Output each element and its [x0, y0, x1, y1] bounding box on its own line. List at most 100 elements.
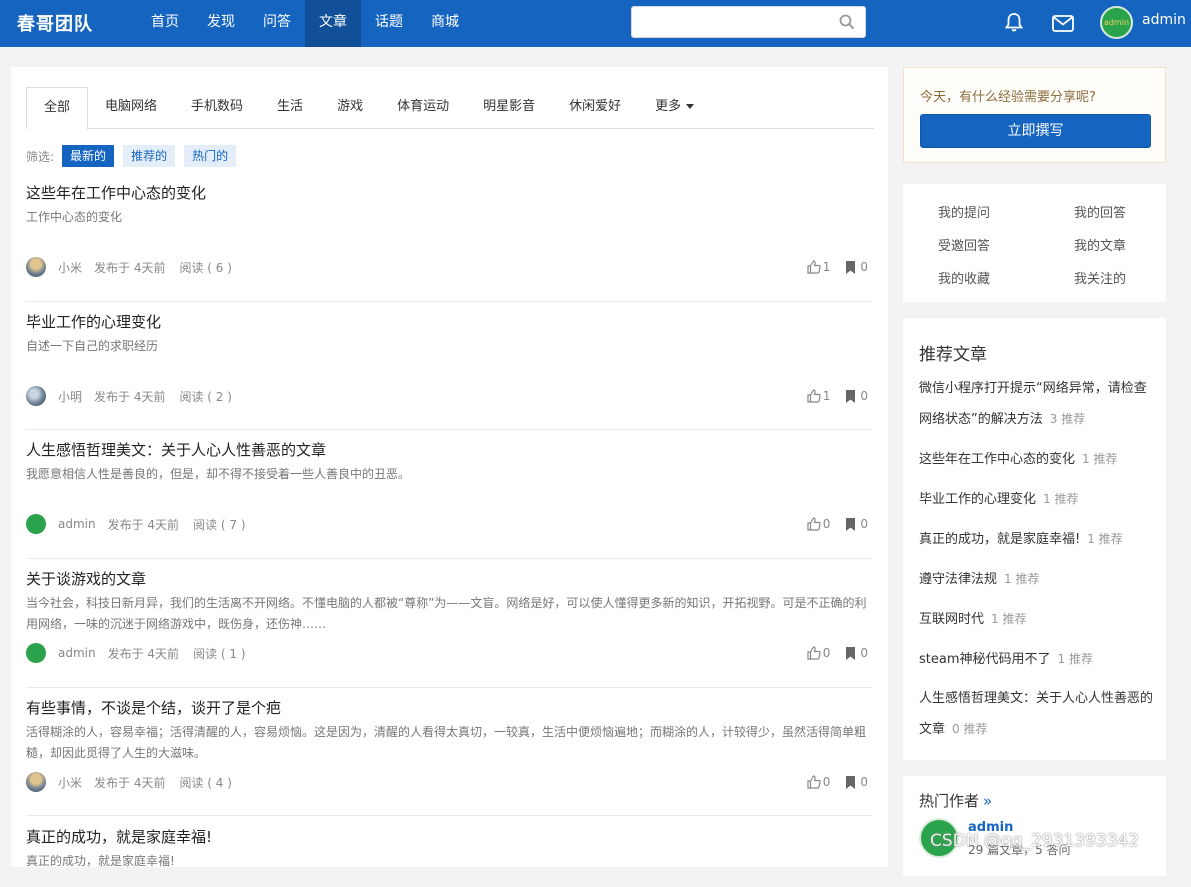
publish-time: 发布于 4天前 — [94, 260, 166, 275]
search-input[interactable] — [632, 7, 822, 37]
recommended-link[interactable]: 互联网时代 — [919, 612, 984, 627]
author-avatar[interactable] — [26, 514, 46, 534]
search-box — [631, 6, 866, 38]
article-title[interactable]: 这些年在工作中心态的变化 — [26, 183, 872, 203]
tab-sports[interactable]: 体育运动 — [380, 87, 466, 129]
link-my-articles[interactable]: 我的文章 — [1074, 235, 1126, 254]
link-my-questions[interactable]: 我的提问 — [938, 202, 990, 221]
recommended-articles-card: 推荐文章 微信小程序打开提示“网络异常，请检查网络状态”的解决方法 3 推荐 这些… — [903, 318, 1166, 760]
thumbs-up-icon[interactable] — [807, 389, 821, 403]
recommended-link[interactable]: 真正的成功，就是家庭幸福! — [919, 532, 1080, 547]
bookmark-icon[interactable] — [845, 389, 856, 403]
tab-life[interactable]: 生活 — [260, 87, 320, 129]
hot-authors-title: 热门作者 — [919, 792, 980, 810]
article-item: 有些事情，不谈是个结，谈开了是个疤 活得糊涂的人，容易幸福；活得清醒的人，容易烦… — [26, 698, 872, 816]
more-authors-link[interactable]: » — [983, 792, 992, 810]
article-title[interactable]: 真正的成功，就是家庭幸福! — [26, 827, 872, 847]
write-now-button[interactable]: 立即撰写 — [920, 114, 1151, 148]
article-item: 毕业工作的心理变化 自述一下自己的求职经历 小明 发布于 4天前 阅读 ( 2 … — [26, 312, 872, 430]
like-count: 0 — [822, 646, 831, 660]
article-title[interactable]: 毕业工作的心理变化 — [26, 312, 872, 332]
bookmark-icon[interactable] — [845, 260, 856, 274]
article-meta: admin 发布于 4天前 阅读 ( 1 ) 0 0 — [26, 643, 872, 663]
recommend-count: 1 推荐 — [1087, 532, 1123, 546]
bookmark-icon[interactable] — [845, 517, 856, 531]
author-name[interactable]: admin — [58, 646, 96, 660]
tab-leisure[interactable]: 休闲爱好 — [552, 87, 638, 129]
nav-item-articles[interactable]: 文章 — [305, 0, 361, 47]
article-summary: 当今社会，科技日新月异，我们的生活离不开网络。不懂电脑的人都被“尊称”为——文盲… — [26, 596, 867, 631]
tab-celebrity-media[interactable]: 明星影音 — [466, 87, 552, 129]
article-item: 关于谈游戏的文章 当今社会，科技日新月异，我们的生活离不开网络。不懂电脑的人都被… — [26, 569, 872, 688]
article-summary: 自述一下自己的求职经历 — [26, 339, 159, 353]
tab-mobile-digital[interactable]: 手机数码 — [174, 87, 260, 129]
link-invited-answers[interactable]: 受邀回答 — [938, 235, 990, 254]
bookmark-icon[interactable] — [845, 646, 856, 660]
filter-latest[interactable]: 最新的 — [62, 145, 115, 167]
like-count: 0 — [822, 517, 831, 531]
mail-icon[interactable] — [1051, 12, 1075, 34]
nav-item-topics[interactable]: 话题 — [361, 0, 417, 47]
author-name[interactable]: 小米 — [58, 259, 82, 276]
hot-authors-header: 热门作者» — [919, 790, 992, 811]
article-list-panel: 全部 电脑网络 手机数码 生活 游戏 体育运动 明星影音 休闲爱好 更多 筛选:… — [11, 67, 888, 868]
link-my-favorites[interactable]: 我的收藏 — [938, 268, 990, 287]
thumbs-up-icon[interactable] — [807, 775, 821, 789]
read-count: 阅读 ( 7 ) — [193, 517, 246, 532]
main-nav: 首页 发现 问答 文章 话题 商城 — [137, 0, 473, 47]
site-logo[interactable]: 春哥团队 — [17, 10, 93, 36]
thumbs-up-icon[interactable] — [807, 260, 821, 274]
recommended-link[interactable]: 毕业工作的心理变化 — [919, 492, 1036, 507]
tab-games[interactable]: 游戏 — [320, 87, 380, 129]
nav-item-questions[interactable]: 问答 — [249, 0, 305, 47]
recommended-item: 互联网时代 1 推荐 — [919, 604, 1155, 635]
nav-item-shop[interactable]: 商城 — [417, 0, 473, 47]
watermark: CSDN @qq_2931393342 — [930, 831, 1140, 851]
filter-recommended[interactable]: 推荐的 — [123, 145, 176, 167]
article-item: 人生感悟哲理美文：关于人心人性善恶的文章 我愿意相信人性是善良的，但是，却不得不… — [26, 440, 872, 559]
nav-item-discover[interactable]: 发现 — [193, 0, 249, 47]
author-name[interactable]: 小明 — [58, 388, 82, 405]
article-title[interactable]: 关于谈游戏的文章 — [26, 569, 872, 589]
recommended-item: 真正的成功，就是家庭幸福! 1 推荐 — [919, 524, 1155, 555]
tab-computer-network[interactable]: 电脑网络 — [88, 87, 174, 129]
article-actions: 0 0 — [807, 772, 868, 792]
thumbs-up-icon[interactable] — [807, 646, 821, 660]
user-avatar[interactable]: admin — [1100, 6, 1133, 39]
link-my-answers[interactable]: 我的回答 — [1074, 202, 1126, 221]
bookmark-count: 0 — [860, 389, 868, 403]
author-avatar[interactable] — [26, 643, 46, 663]
recommend-count: 1 推荐 — [1082, 452, 1118, 466]
recommended-link[interactable]: 遵守法律法规 — [919, 572, 997, 587]
article-title[interactable]: 有些事情，不谈是个结，谈开了是个疤 — [26, 698, 872, 718]
top-navbar: 春哥团队 首页 发现 问答 文章 话题 商城 admin admin — [0, 0, 1191, 47]
recommended-item: 遵守法律法规 1 推荐 — [919, 564, 1155, 595]
publish-time: 发布于 4天前 — [107, 646, 180, 661]
bookmark-icon[interactable] — [845, 775, 856, 789]
recommend-count: 1 推荐 — [1043, 492, 1079, 506]
recommended-link[interactable]: steam神秘代码用不了 — [919, 652, 1051, 667]
thumbs-up-icon[interactable] — [807, 517, 821, 531]
recommended-item: 毕业工作的心理变化 1 推荐 — [919, 484, 1155, 515]
tab-all[interactable]: 全部 — [26, 87, 89, 130]
filter-hot[interactable]: 热门的 — [184, 145, 237, 167]
author-avatar[interactable] — [26, 386, 46, 406]
article-title[interactable]: 人生感悟哲理美文：关于人心人性善恶的文章 — [26, 440, 872, 460]
bell-icon[interactable] — [1003, 11, 1025, 33]
author-avatar[interactable] — [26, 772, 46, 792]
nav-item-home[interactable]: 首页 — [137, 0, 193, 47]
recommended-link[interactable]: 微信小程序打开提示“网络异常，请检查网络状态”的解决方法 — [919, 381, 1147, 427]
article-item: 真正的成功，就是家庭幸福! 真正的成功，就是家庭幸福! — [26, 827, 872, 887]
article-actions: 1 0 — [807, 386, 868, 406]
search-icon[interactable] — [839, 14, 855, 30]
author-name[interactable]: 小米 — [58, 774, 82, 791]
tab-more[interactable]: 更多 — [638, 87, 711, 129]
user-name[interactable]: admin — [1142, 12, 1186, 28]
author-name[interactable]: admin — [58, 517, 96, 531]
recommended-item: steam神秘代码用不了 1 推荐 — [919, 644, 1155, 675]
recommended-link[interactable]: 这些年在工作中心态的变化 — [919, 452, 1075, 467]
author-avatar[interactable] — [26, 257, 46, 277]
like-count: 1 — [822, 260, 831, 274]
like-count: 0 — [822, 775, 831, 789]
link-following[interactable]: 我关注的 — [1074, 268, 1126, 287]
